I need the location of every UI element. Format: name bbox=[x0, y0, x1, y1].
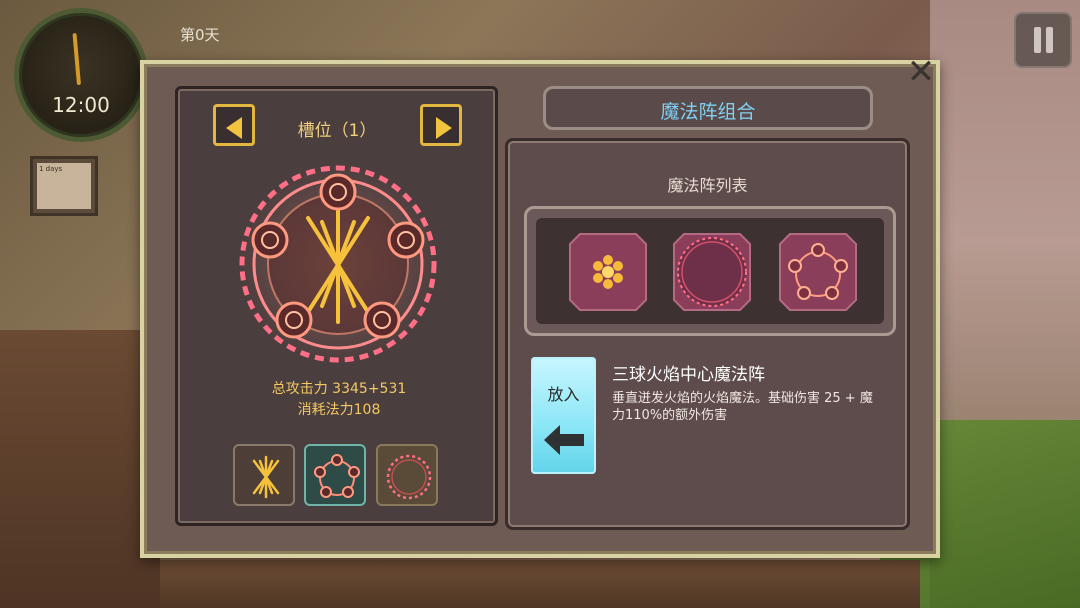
quest-note[interactable]: 1 days bbox=[30, 156, 98, 216]
spell-name: 三球火焰中心魔法阵 bbox=[612, 365, 765, 385]
title-tab: 魔法阵组合 bbox=[543, 86, 873, 130]
pentagon-circle-icon bbox=[779, 233, 857, 311]
mana-cost-text: 消耗法力108 bbox=[297, 402, 381, 418]
quest-note-text: 1 days bbox=[37, 163, 91, 209]
rune-lines-icon bbox=[252, 455, 280, 499]
spell-description: 垂直迸发火焰的火焰魔法。基础伤害 25 + 魔力110%的额外伤害 bbox=[612, 391, 873, 423]
total-attack-text: 总攻击力 3345+531 bbox=[271, 381, 407, 397]
circle-tile-dotted[interactable] bbox=[670, 230, 754, 314]
equipped-slot-1[interactable] bbox=[233, 444, 295, 506]
background-floor-bottom bbox=[160, 560, 920, 608]
clock-hud: 12:00 bbox=[14, 8, 148, 142]
circle-tile-flower[interactable] bbox=[566, 230, 650, 314]
magic-circle-preview-icon bbox=[238, 164, 438, 364]
dotted-circle-icon bbox=[386, 454, 432, 500]
clock-time: 12:00 bbox=[52, 93, 110, 117]
circle-tile-pentagon[interactable] bbox=[776, 230, 860, 314]
pause-icon-bar bbox=[1046, 27, 1053, 53]
pause-button[interactable] bbox=[1014, 12, 1072, 68]
magic-circle-preview bbox=[236, 162, 440, 366]
next-slot-button[interactable] bbox=[420, 104, 462, 146]
dialog-title: 魔法阵组合 bbox=[660, 101, 756, 123]
day-counter: 第0天 bbox=[180, 26, 220, 44]
prev-slot-button[interactable] bbox=[213, 104, 255, 146]
arrow-right-icon bbox=[436, 117, 452, 139]
arrow-left-icon bbox=[226, 117, 242, 139]
flower-rune-icon bbox=[569, 233, 647, 311]
close-button[interactable]: ✕ bbox=[903, 54, 939, 90]
equipped-slot-2[interactable] bbox=[304, 444, 366, 506]
put-in-label: 放入 bbox=[547, 385, 580, 404]
put-in-button[interactable]: 放入 bbox=[531, 357, 596, 474]
list-title: 魔法阵列表 bbox=[667, 176, 748, 195]
slot-label: 槽位（1） bbox=[297, 121, 377, 141]
background-floor bbox=[0, 330, 160, 608]
equipped-slot-3[interactable] bbox=[376, 444, 438, 506]
pentagon-circle-icon bbox=[314, 454, 360, 498]
pause-icon bbox=[1034, 27, 1041, 53]
dotted-circle-icon bbox=[673, 233, 751, 311]
clock-hand-icon bbox=[72, 33, 81, 86]
arrow-left-icon bbox=[544, 425, 584, 455]
